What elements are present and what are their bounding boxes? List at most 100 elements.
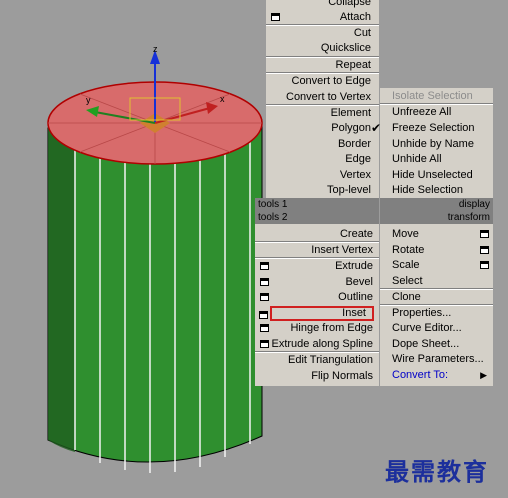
menu-item-label: Convert to Vertex [286,91,371,103]
menu-item-label: Cut [353,27,371,39]
menu-item-attach[interactable]: Attach [266,10,379,25]
menu-separator-highlight [266,25,379,26]
menu-item-insert-vertex[interactable]: Insert Vertex [255,243,379,258]
menu-item-select[interactable]: Select [392,274,491,289]
tools1-header-label: tools 1 [258,199,288,210]
menu-item-move[interactable]: Move [392,227,491,242]
menu-item-collapse[interactable]: Collapse [266,0,379,10]
menu-item-label: Unhide by Name [392,138,474,150]
settings-box-icon[interactable] [260,262,269,270]
menu-item-label: Edit Triangulation [288,354,373,366]
menu-item-dope-sheet[interactable]: Dope Sheet... [392,337,491,352]
menu-item-extrude-along-spline[interactable]: Extrude along Spline [255,337,379,352]
menu-item-label: Select [392,275,423,287]
menu-item-extrude[interactable]: Extrude [255,259,379,274]
menu-item-convert-to[interactable]: Convert To: ▶ [392,368,491,383]
menu-item-polygon[interactable]: Polygon ✔ [266,121,381,136]
menu-item-quickslice[interactable]: Quickslice [266,41,379,56]
menu-item-properties[interactable]: Properties... [392,306,491,321]
menu-item-label: Outline [338,291,373,303]
gizmo-y-label: y [86,95,91,105]
menu-item-convert-to-edge[interactable]: Convert to Edge [266,74,379,89]
menu-item-label: Inset [342,307,366,319]
menu-item-label: Vertex [339,169,371,181]
menu-item-repeat[interactable]: Repeat [266,58,379,73]
settings-box-icon[interactable] [271,13,280,21]
menu-item-freeze-selection[interactable]: Freeze Selection [392,121,491,136]
settings-box-icon[interactable] [260,340,269,348]
settings-box-icon[interactable] [260,324,269,332]
menu-item-edit-triangulation[interactable]: Edit Triangulation [255,353,379,368]
display-header: display [380,198,493,211]
submenu-arrow-icon: ▶ [480,370,487,380]
gizmo-x-label: x [220,94,225,104]
menu-item-vertex[interactable]: Vertex [266,168,379,183]
menu-item-label: Border [337,138,371,150]
menu-separator-highlight [380,289,493,290]
menu-item-element[interactable]: Element [266,106,379,121]
menu-item-edge[interactable]: Edge [266,152,379,167]
menu-item-label: Convert to Edge [291,75,372,87]
settings-box-icon[interactable] [480,246,489,254]
menu-separator-highlight [380,104,493,105]
settings-box-icon[interactable] [260,293,269,301]
menu-item-bevel[interactable]: Bevel [255,275,379,290]
menu-item-label: Extrude along Spline [271,338,373,350]
menu-item-clone[interactable]: Clone [392,290,491,305]
menu-item-inset[interactable]: Inset [259,306,374,321]
settings-box-icon[interactable] [259,311,268,319]
transform-header: transform [380,211,493,224]
menu-item-curve-editor[interactable]: Curve Editor... [392,321,491,336]
menu-item-wire-parameters[interactable]: Wire Parameters... [392,352,491,367]
menu-item-label: Rotate [392,244,425,256]
menu-item-flip-normals[interactable]: Flip Normals [255,369,379,384]
menu-item-label: Insert Vertex [311,244,373,256]
menu-item-label: Hide Selection [392,184,463,196]
menu-item-hide-selection[interactable]: Hide Selection [392,183,491,198]
menu-item-convert-to-vertex[interactable]: Convert to Vertex [266,90,379,105]
menu-item-label: Freeze Selection [392,122,475,134]
menu-item-label: Bevel [345,276,373,288]
menu-item-label: Element [330,107,371,119]
gizmo-z-label: z [153,44,158,54]
menu-item-label: Unfreeze All [392,106,452,118]
display-header-label: display [458,199,490,210]
menu-item-cut[interactable]: Cut [266,26,379,41]
menu-item-isolate-selection: Isolate Selection [392,89,491,104]
menu-item-label: Extrude [335,260,373,272]
menu-item-label: Top-level [326,184,371,196]
menu-item-label: Edge [345,153,371,165]
menu-item-label: Dope Sheet... [392,338,460,350]
menu-item-scale[interactable]: Scale [392,258,491,273]
menu-item-label: Hinge from Edge [290,322,373,334]
menu-item-label: Collapse [328,0,371,8]
menu-item-create[interactable]: Create [255,227,379,242]
menu-separator-highlight [380,305,493,306]
menu-separator-highlight [255,242,379,243]
quad-menu-transform: Move Rotate Scale Select Clone Properties... C… [380,224,493,386]
settings-box-icon[interactable] [480,230,489,238]
menu-item-label: Scale [392,259,420,271]
menu-item-hide-unselected[interactable]: Hide Unselected [392,168,491,183]
menu-item-border[interactable]: Border [266,137,379,152]
menu-separator-highlight [255,352,379,353]
menu-item-unhide-all[interactable]: Unhide All [392,152,491,167]
menu-item-label: Repeat [335,59,371,71]
menu-item-label: Quickslice [320,42,371,54]
settings-box-icon[interactable] [480,261,489,269]
cylinder-shadow [48,128,75,452]
menu-item-top-level[interactable]: Top-level [266,183,379,198]
menu-separator-highlight [255,258,379,259]
menu-item-hinge-from-edge[interactable]: Hinge from Edge [255,321,379,336]
quad-menu-tools1: Collapse Attach Cut Quickslice Repeat Convert… [266,0,381,198]
menu-item-label: Clone [392,291,421,303]
cylinder-body [47,119,263,463]
menu-item-unhide-by-name[interactable]: Unhide by Name [392,137,491,152]
menu-item-label: Curve Editor... [392,322,462,334]
transform-header-label: transform [447,212,490,223]
menu-item-outline[interactable]: Outline [255,290,379,305]
menu-item-label: Hide Unselected [392,169,473,181]
menu-item-rotate[interactable]: Rotate [392,243,491,258]
menu-item-unfreeze-all[interactable]: Unfreeze All [392,105,491,120]
settings-box-icon[interactable] [260,278,269,286]
